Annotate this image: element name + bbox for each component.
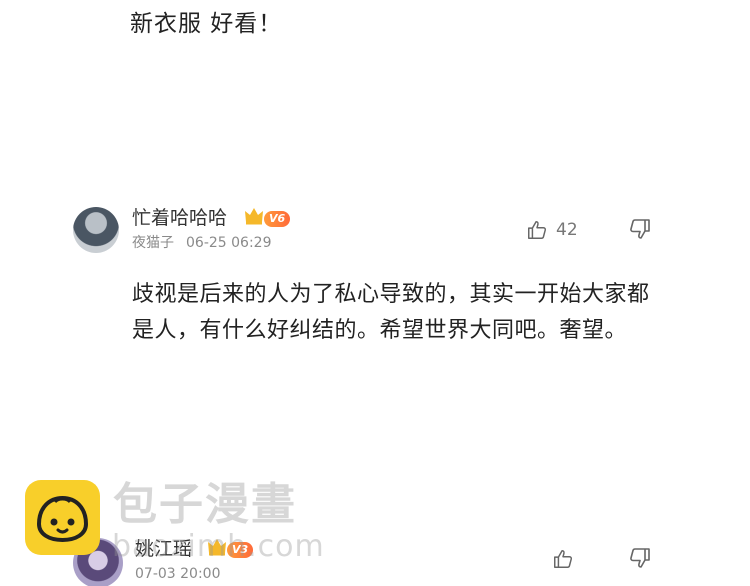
thumbs-down-icon xyxy=(630,219,650,239)
comment-meta: 07-03 20:00 xyxy=(135,565,220,583)
comment-feed: 新衣服 好看！ 忙着哈哈哈 V6 夜猫子 06-25 06:29 42 歧视是后来… xyxy=(0,0,750,586)
comment-meta: 夜猫子 06-25 06:29 xyxy=(132,234,271,252)
like-button[interactable] xyxy=(552,546,574,572)
comment-source: 夜猫子 xyxy=(132,235,174,251)
crown-icon xyxy=(245,208,263,225)
watermark-logo xyxy=(25,480,100,555)
watermark-text: 包子漫畫 xyxy=(113,479,297,530)
thumbs-up-icon xyxy=(528,221,547,239)
like-count: 42 xyxy=(556,220,578,240)
level-badge: V6 xyxy=(264,211,291,227)
thumbs-down-icon xyxy=(630,548,650,568)
watermark-url: baozimh.com xyxy=(112,529,325,564)
thumbs-up-icon xyxy=(554,550,573,568)
bun-icon xyxy=(36,495,89,543)
comment-body-previous: 新衣服 好看！ xyxy=(130,11,283,37)
dislike-button[interactable] xyxy=(628,546,652,572)
comment-time: 06-25 06:29 xyxy=(186,235,272,251)
username[interactable]: 忙着哈哈哈 xyxy=(132,205,227,231)
like-button[interactable]: 42 xyxy=(526,217,578,243)
comment-body: 歧视是后来的人为了私心导致的，其实一开始大家都是人，有什么好纠结的。希望世界大同… xyxy=(132,282,650,343)
dislike-button[interactable] xyxy=(628,217,652,243)
avatar[interactable] xyxy=(73,207,119,253)
comment-time: 07-03 20:00 xyxy=(135,566,221,582)
